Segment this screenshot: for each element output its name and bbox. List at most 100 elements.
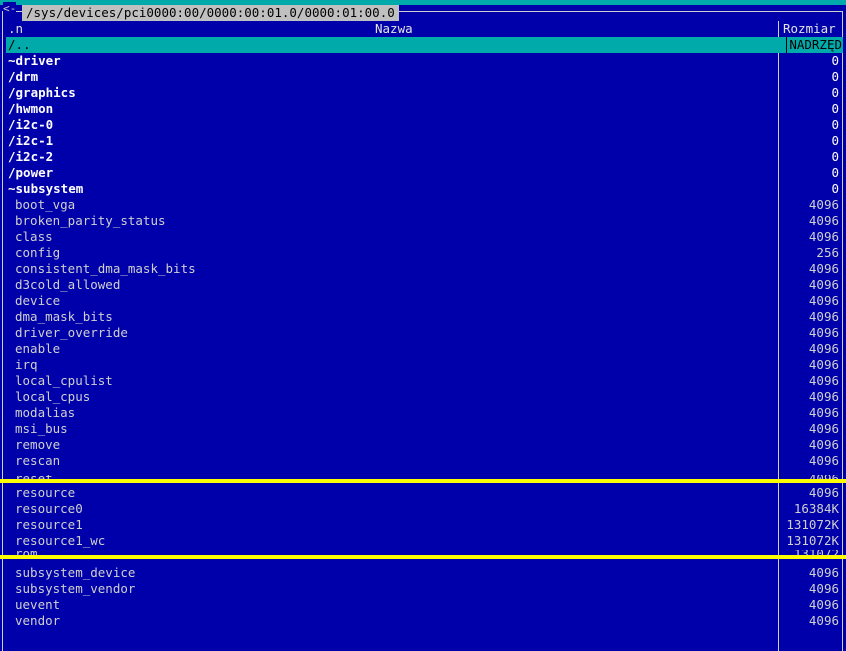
entry-name: /.. bbox=[8, 37, 31, 52]
entry-size: 0 bbox=[831, 165, 839, 180]
entry-name: broken_parity_status bbox=[15, 213, 166, 228]
entry-size: 4096 bbox=[808, 197, 839, 212]
entry-name: d3cold_allowed bbox=[15, 277, 121, 292]
entry-size: 4096 bbox=[808, 357, 839, 372]
entry-size: 4096 bbox=[808, 437, 839, 452]
entry-size: 4096 bbox=[808, 485, 839, 500]
entry-size: 4096 bbox=[808, 309, 839, 324]
file-row[interactable]: remove 4096 bbox=[6, 437, 843, 453]
entry-size: 0 bbox=[831, 69, 839, 84]
entry-size: NADRZĘD bbox=[786, 37, 842, 53]
column-header-name[interactable]: Nazwa bbox=[375, 21, 413, 37]
file-row[interactable]: modalias 4096 bbox=[6, 405, 843, 421]
entry-name: resource1 bbox=[15, 517, 83, 532]
entry-name: local_cpulist bbox=[15, 373, 113, 388]
file-row[interactable]: class 4096 bbox=[6, 229, 843, 245]
entry-name: class bbox=[15, 229, 53, 244]
directory-row[interactable]: /hwmon 0 bbox=[6, 101, 843, 117]
panel-back-arrow-icon[interactable]: <- bbox=[3, 2, 17, 16]
entry-name: irq bbox=[15, 357, 38, 372]
entry-size: 0 bbox=[831, 53, 839, 68]
directory-row[interactable]: /i2c-2 0 bbox=[6, 149, 843, 165]
file-row[interactable]: resource1_wc 131072K bbox=[6, 533, 843, 549]
entry-name: /graphics bbox=[8, 85, 76, 100]
entry-name: ~driver bbox=[8, 53, 61, 68]
file-row[interactable]: local_cpulist 4096 bbox=[6, 373, 843, 389]
directory-row[interactable]: /i2c-0 0 bbox=[6, 117, 843, 133]
sort-indicator[interactable]: .n bbox=[8, 21, 23, 37]
highlight-bar bbox=[0, 555, 846, 559]
entry-size: 4096 bbox=[808, 261, 839, 276]
file-row[interactable]: resource0 16384K bbox=[6, 501, 843, 517]
entry-name: msi_bus bbox=[15, 421, 68, 436]
file-row[interactable]: consistent_dma_mask_bits 4096 bbox=[6, 261, 843, 277]
entry-size: 131072K bbox=[786, 517, 839, 532]
entry-name: modalias bbox=[15, 405, 76, 420]
file-row[interactable]: uevent 4096 bbox=[6, 597, 843, 613]
directory-row[interactable]: /i2c-1 0 bbox=[6, 133, 843, 149]
column-header-size[interactable]: Rozmiar bbox=[783, 21, 836, 37]
current-path[interactable]: /sys/devices/pci0000:00/0000:00:01.0/000… bbox=[22, 5, 399, 21]
entry-size: 0 bbox=[831, 181, 839, 196]
directory-row[interactable]: ~driver 0 bbox=[6, 53, 843, 69]
entry-size: 4096 bbox=[808, 453, 839, 468]
file-row[interactable]: subsystem_vendor 4096 bbox=[6, 581, 843, 597]
entry-name: /i2c-1 bbox=[8, 133, 54, 148]
file-row[interactable]: subsystem_device 4096 bbox=[6, 565, 843, 581]
entry-name: local_cpus bbox=[15, 389, 91, 404]
file-row[interactable]: enable 4096 bbox=[6, 341, 843, 357]
entry-size: 0 bbox=[831, 117, 839, 132]
entry-size: 4096 bbox=[808, 613, 839, 628]
entry-name: /i2c-0 bbox=[8, 117, 54, 132]
file-row[interactable]: broken_parity_status 4096 bbox=[6, 213, 843, 229]
entry-name: rescan bbox=[15, 453, 61, 468]
entry-size: 256 bbox=[816, 245, 839, 260]
file-row[interactable]: vendor 4096 bbox=[6, 613, 843, 629]
entry-size: 131072K bbox=[786, 533, 839, 548]
directory-row[interactable]: ~subsystem 0 bbox=[6, 181, 843, 197]
directory-row[interactable]: /power 0 bbox=[6, 165, 843, 181]
file-row[interactable]: rescan 4096 bbox=[6, 453, 843, 469]
entry-name: resource1_wc bbox=[15, 533, 106, 548]
entry-name: device bbox=[15, 293, 61, 308]
entry-name: /power bbox=[8, 165, 54, 180]
entry-size: 4096 bbox=[808, 277, 839, 292]
entry-size: 4096 bbox=[808, 325, 839, 340]
file-row[interactable]: dma_mask_bits 4096 bbox=[6, 309, 843, 325]
entry-size: 4096 bbox=[808, 293, 839, 308]
directory-row[interactable]: /graphics 0 bbox=[6, 85, 843, 101]
file-row[interactable]: irq 4096 bbox=[6, 357, 843, 373]
entry-name: resource bbox=[15, 485, 76, 500]
parent-dir-row[interactable]: /.. NADRZĘD bbox=[6, 37, 843, 53]
entry-name: dma_mask_bits bbox=[15, 309, 113, 324]
entry-name: subsystem_vendor bbox=[15, 581, 136, 596]
directory-row[interactable]: /drm 0 bbox=[6, 69, 843, 85]
file-row[interactable]: resource1 131072K bbox=[6, 517, 843, 533]
file-row[interactable]: resource 4096 bbox=[6, 485, 843, 501]
entry-size: 16384K bbox=[793, 501, 839, 516]
file-row[interactable]: local_cpus 4096 bbox=[6, 389, 843, 405]
entry-name: config bbox=[15, 245, 61, 260]
entry-size: 4096 bbox=[808, 229, 839, 244]
entry-size: 4096 bbox=[808, 581, 839, 596]
entry-size: 4096 bbox=[808, 405, 839, 420]
file-row[interactable]: driver_override 4096 bbox=[6, 325, 843, 341]
file-row[interactable]: d3cold_allowed 4096 bbox=[6, 277, 843, 293]
entry-name: boot_vga bbox=[15, 197, 76, 212]
entry-name: enable bbox=[15, 341, 61, 356]
entry-size: 4096 bbox=[808, 597, 839, 612]
file-row[interactable]: config 256 bbox=[6, 245, 843, 261]
highlight-bar bbox=[0, 479, 846, 483]
entry-size: 0 bbox=[831, 133, 839, 148]
entry-name: /hwmon bbox=[8, 101, 54, 116]
entry-size: 0 bbox=[831, 149, 839, 164]
entry-size: 4096 bbox=[808, 341, 839, 356]
file-row[interactable]: device 4096 bbox=[6, 293, 843, 309]
entry-size: 0 bbox=[831, 101, 839, 116]
file-row[interactable]: boot_vga 4096 bbox=[6, 197, 843, 213]
entry-size: 4096 bbox=[808, 565, 839, 580]
entry-name: remove bbox=[15, 437, 61, 452]
entry-size: 4096 bbox=[808, 421, 839, 436]
entry-size: 4096 bbox=[808, 389, 839, 404]
file-row[interactable]: msi_bus 4096 bbox=[6, 421, 843, 437]
